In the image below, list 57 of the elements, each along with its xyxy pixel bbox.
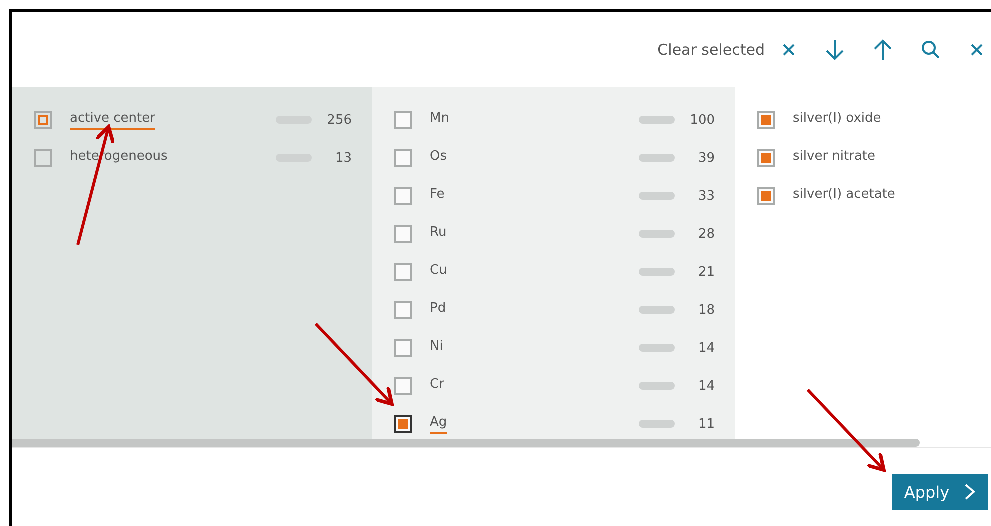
facet-label[interactable]: Ni (430, 338, 444, 358)
facet-label[interactable]: active center (70, 110, 156, 130)
count-bar (639, 230, 675, 238)
facet-label[interactable]: silver(I) oxide (793, 110, 882, 130)
arrow-up-icon (873, 38, 893, 60)
count-bar (639, 154, 675, 162)
facet-count: 39 (697, 150, 716, 166)
facet-count: 14 (697, 378, 716, 394)
count-bar (639, 268, 675, 276)
checkbox[interactable] (34, 149, 52, 167)
scrollbar-thumb[interactable] (12, 439, 920, 447)
facet-count: 28 (697, 226, 716, 242)
facet-count: 100 (689, 112, 716, 128)
checkbox[interactable] (394, 187, 412, 205)
facet-label[interactable]: silver(I) acetate (793, 186, 896, 206)
checkbox[interactable] (757, 187, 775, 205)
facet-label[interactable]: Fe (430, 186, 445, 206)
clear-selected-label: Clear selected (658, 40, 765, 58)
checkbox[interactable] (394, 263, 412, 281)
facet-count: 256 (326, 112, 353, 128)
close-icon (969, 42, 985, 58)
apply-button[interactable]: Apply (892, 474, 988, 510)
facet-count: 21 (697, 264, 716, 280)
checkbox[interactable] (394, 339, 412, 357)
facet-count: 13 (334, 150, 353, 166)
count-bar (639, 420, 675, 428)
facet-count: 33 (697, 188, 716, 204)
chevron-right-icon (964, 483, 976, 501)
count-bar (639, 116, 675, 124)
checkbox[interactable] (394, 111, 412, 129)
checkbox[interactable] (394, 301, 412, 319)
checkbox[interactable] (757, 111, 775, 129)
checkbox[interactable] (757, 149, 775, 167)
count-bar (639, 192, 675, 200)
count-bar (639, 382, 675, 390)
facet-count: 18 (697, 302, 716, 318)
search-icon (921, 40, 941, 60)
close-icon (781, 42, 797, 58)
facet-label[interactable]: Cu (430, 262, 448, 282)
facet-label[interactable]: Ag (430, 414, 448, 434)
checkbox[interactable] (394, 377, 412, 395)
facet-label[interactable]: Mn (430, 110, 450, 130)
count-bar (639, 306, 675, 314)
facet-count: 11 (697, 416, 716, 432)
checkbox[interactable] (394, 149, 412, 167)
checkbox[interactable] (394, 415, 412, 433)
facet-label[interactable]: Pd (430, 300, 446, 320)
facet-label[interactable]: Ru (430, 224, 447, 244)
facet-count: 14 (697, 340, 716, 356)
facet-label[interactable]: Cr (430, 376, 444, 396)
count-bar (639, 344, 675, 352)
arrow-down-icon (825, 38, 845, 60)
checkbox[interactable] (34, 111, 52, 129)
partial-indicator-icon (38, 115, 48, 125)
facet-label[interactable]: Os (430, 148, 448, 168)
facet-label[interactable]: silver nitrate (793, 148, 876, 168)
checkbox[interactable] (394, 225, 412, 243)
